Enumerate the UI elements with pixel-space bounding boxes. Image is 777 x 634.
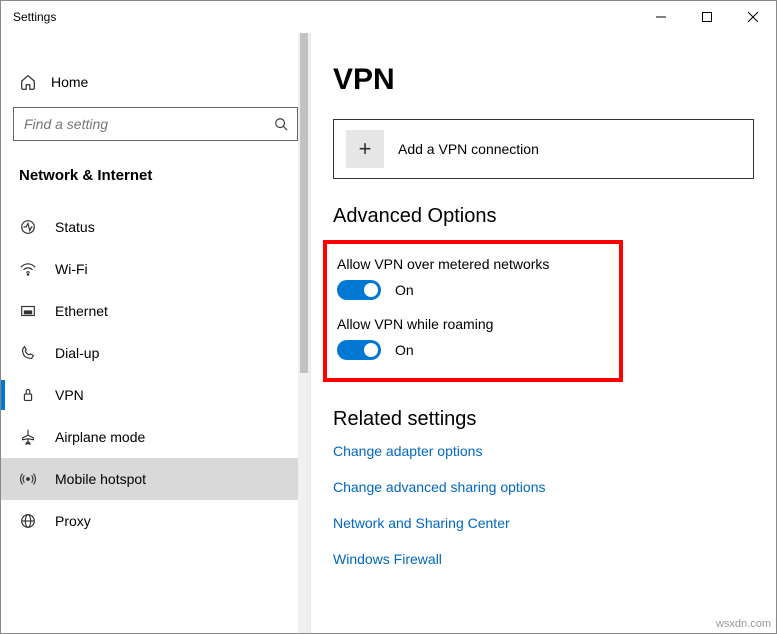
maximize-button[interactable] (684, 1, 730, 33)
toggle-state: On (395, 282, 414, 298)
main-content: VPN + Add a VPN connection Advanced Opti… (311, 33, 776, 633)
dialup-icon (19, 344, 37, 362)
sidebar-item-label: Ethernet (55, 303, 108, 319)
search-input[interactable] (13, 107, 298, 141)
sidebar-item-dialup[interactable]: Dial-up (1, 332, 310, 374)
category-header: Network & Internet (1, 149, 310, 194)
titlebar: Settings (1, 1, 776, 33)
toggle-roaming[interactable] (337, 340, 381, 360)
home-label: Home (51, 74, 88, 90)
sidebar-item-label: Status (55, 219, 95, 235)
window-title: Settings (13, 10, 56, 24)
sidebar-item-label: Airplane mode (55, 429, 145, 445)
link-windows-firewall[interactable]: Windows Firewall (333, 551, 754, 567)
link-advanced-sharing[interactable]: Change advanced sharing options (333, 479, 754, 495)
search-icon (274, 117, 288, 131)
sidebar-item-ethernet[interactable]: Ethernet (1, 290, 310, 332)
toggle-metered[interactable] (337, 280, 381, 300)
plus-icon: + (346, 130, 384, 168)
vpn-icon (19, 386, 37, 404)
page-title: VPN (333, 63, 754, 97)
related-settings-header: Related settings (333, 408, 754, 431)
sidebar-item-label: VPN (55, 387, 84, 403)
highlight-box: Allow VPN over metered networks On Allow… (323, 240, 623, 382)
advanced-options-header: Advanced Options (333, 205, 754, 228)
wifi-icon (19, 260, 37, 278)
sidebar-item-label: Dial-up (55, 345, 99, 361)
sidebar-item-vpn[interactable]: VPN (1, 374, 310, 416)
sidebar-item-label: Proxy (55, 513, 91, 529)
sidebar-item-wifi[interactable]: Wi-Fi (1, 248, 310, 290)
link-adapter-options[interactable]: Change adapter options (333, 443, 754, 459)
status-icon (19, 218, 37, 236)
home-button[interactable]: Home (1, 61, 310, 103)
minimize-button[interactable] (638, 1, 684, 33)
sidebar-item-hotspot[interactable]: Mobile hotspot (1, 458, 310, 500)
sidebar-item-proxy[interactable]: Proxy (1, 500, 310, 542)
watermark: wsxdn.com (716, 618, 771, 630)
scrollbar-thumb[interactable] (300, 33, 308, 373)
add-vpn-label: Add a VPN connection (398, 141, 539, 157)
sidebar-item-label: Mobile hotspot (55, 471, 146, 487)
toggle-label-roaming: Allow VPN while roaming (337, 316, 609, 332)
airplane-icon (19, 428, 37, 446)
toggle-state: On (395, 342, 414, 358)
sidebar-nav: Status Wi-Fi Ethernet (1, 206, 310, 542)
hotspot-icon (19, 470, 37, 488)
sidebar: Home Network & Internet Status (1, 33, 311, 633)
sidebar-item-airplane[interactable]: Airplane mode (1, 416, 310, 458)
sidebar-scrollbar[interactable] (298, 33, 310, 633)
toggle-label-metered: Allow VPN over metered networks (337, 256, 609, 272)
link-network-sharing-center[interactable]: Network and Sharing Center (333, 515, 754, 531)
add-vpn-button[interactable]: + Add a VPN connection (333, 119, 754, 179)
close-button[interactable] (730, 1, 776, 33)
sidebar-item-label: Wi-Fi (55, 261, 88, 277)
proxy-icon (19, 512, 37, 530)
ethernet-icon (19, 302, 37, 320)
sidebar-item-status[interactable]: Status (1, 206, 310, 248)
home-icon (19, 73, 37, 91)
